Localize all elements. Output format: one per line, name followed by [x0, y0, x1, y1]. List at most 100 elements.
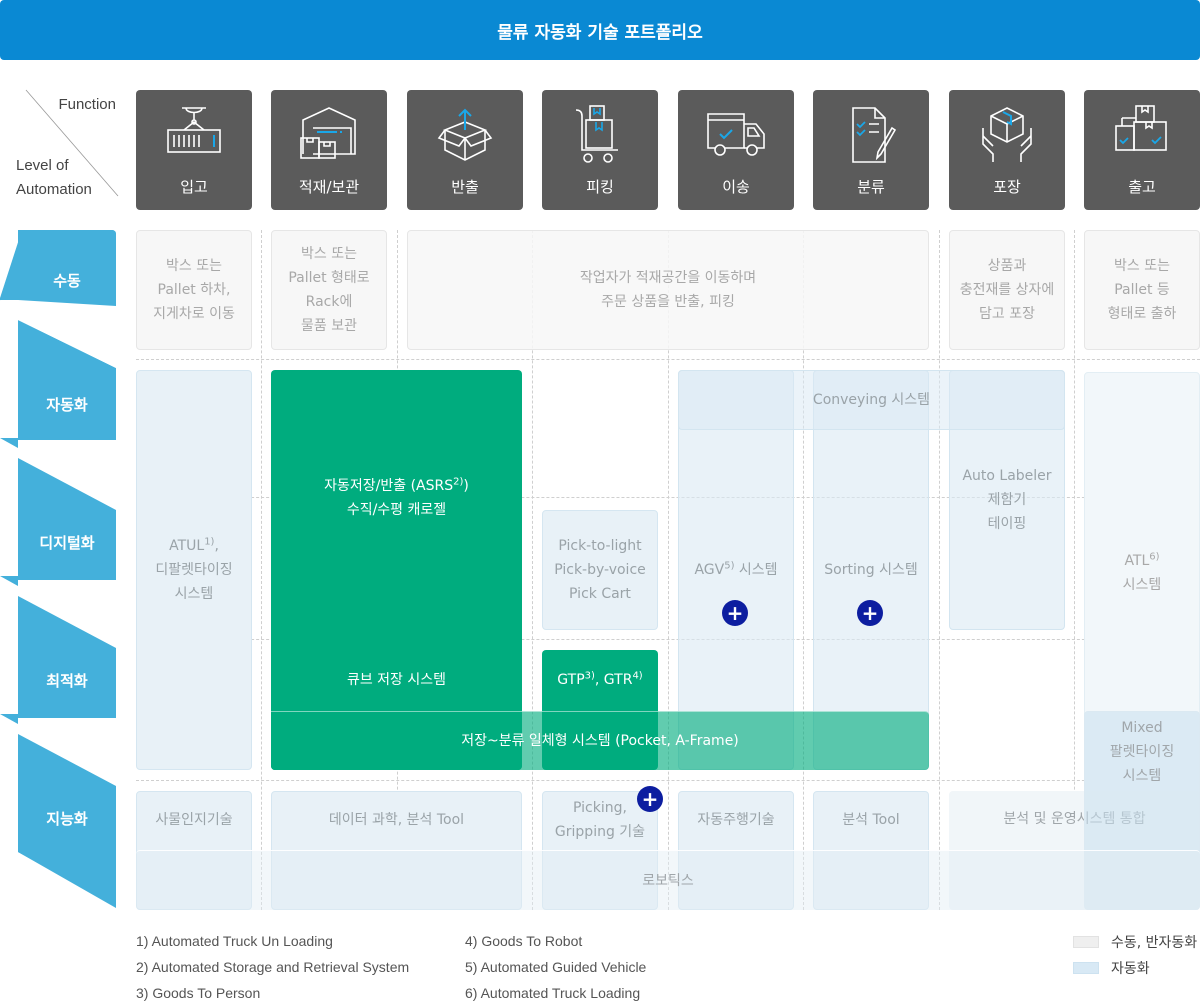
cell-text: Sorting 시스템 [824, 562, 918, 578]
cell-text: Picking, [573, 800, 627, 816]
cell-text: 제함기 [987, 492, 1027, 508]
cell-text: Conveying 시스템 [812, 392, 931, 408]
cell-text: 자동주행기술 [697, 812, 775, 828]
cell-text: 박스 또는 [166, 258, 222, 274]
footnote-ref: 1) [204, 536, 215, 548]
footnote: 2) Automated Storage and Retrieval Syste… [136, 959, 410, 975]
cell-text: 박스 또는 [1114, 258, 1170, 274]
cell-text: 주문 상품을 반출, 피킹 [601, 294, 735, 310]
cube-storage-system: 큐브 저장 시스템 [271, 650, 522, 710]
cell-text: GTP [557, 672, 585, 688]
cell-text: 작업자가 적재공간을 이동하며 [579, 270, 757, 286]
cell-text: 형태로 출하 [1107, 306, 1177, 322]
function-label: 출고 [1128, 178, 1156, 196]
function-label: 반출 [451, 178, 479, 196]
cell-text: 상품과 [987, 258, 1027, 274]
cell-text: 수직/수평 캐로젤 [346, 502, 447, 518]
footnote-ref: 4) [632, 670, 643, 682]
stacked-boxes-icon [1115, 105, 1167, 151]
function-label: 분류 [857, 178, 885, 196]
function-label: 이송 [722, 178, 750, 196]
grid-line [261, 230, 262, 910]
function-label: 적재/보관 [298, 178, 360, 196]
function-label: 입고 [180, 178, 208, 196]
cell-text: AGV5) 시스템 [694, 558, 777, 582]
function-sorting: 분류 [813, 90, 929, 210]
level-optimization: 최적화 [46, 672, 88, 690]
cell-text: 시스템 [1122, 577, 1162, 593]
grid-line [136, 780, 1200, 781]
footnote-ref: 5) [724, 560, 735, 572]
atul-name: ATUL [169, 538, 205, 554]
agv-system: AGV5) 시스템 [678, 370, 794, 770]
checklist-icon [852, 107, 897, 163]
level-axis-label: Level of Automation [16, 154, 92, 202]
expand-gripping-button[interactable]: + [637, 786, 663, 812]
level-axis-label-line1: Level of [16, 157, 69, 174]
level-manual: 수동 [53, 272, 81, 290]
footnote: 1) Automated Truck Un Loading [136, 933, 333, 949]
cell-text: 시스템 [1122, 768, 1162, 784]
cell-text: , GTR [594, 672, 633, 688]
pick-to-light-system: Pick-to-light Pick-by-voice Pick Cart [542, 510, 658, 630]
grid-line [939, 230, 940, 910]
cell-text: 디팔렛타이징 [155, 562, 233, 578]
cell-text: ATL6) [1123, 549, 1162, 573]
cell-text: 팔렛타이징 [1109, 744, 1175, 760]
atul-system: ATUL1), 디팔렛타이징 시스템 [136, 370, 252, 770]
cell-text: 데이터 과학, 분석 Tool [328, 812, 465, 828]
footnotes-right: 4) Goods To Robot 5) Automated Guided Ve… [465, 928, 646, 1002]
cell-text: 사물인지기술 [155, 812, 233, 828]
cell-text: 자동저장/반출 (ASRS2)) [324, 474, 469, 498]
page-title: 물류 자동화 기술 포트폴리오 [0, 0, 1200, 60]
expand-sorting-button[interactable]: + [857, 600, 883, 626]
level-digitalization: 디지털화 [39, 534, 95, 552]
legend-automation: 자동화 [1073, 958, 1150, 978]
cell-text: 시스템 [738, 562, 778, 578]
cell-text: Pallet 형태로 [288, 270, 370, 286]
cell-text: 로보틱스 [642, 872, 694, 889]
legend-swatch [1073, 962, 1099, 974]
cell-text: AGV [694, 562, 725, 578]
cell-text: Pick-to-light [558, 538, 642, 554]
footnote-ref: 6) [1149, 551, 1160, 563]
level-automation: 자동화 [46, 396, 88, 414]
robotics: 로보틱스 [136, 850, 1200, 910]
truck-icon [707, 113, 765, 156]
cell-text: Gripping 기술 [554, 824, 646, 840]
function-outbound: 출고 [1084, 90, 1200, 210]
level-axis-label-line2: Automation [16, 181, 92, 198]
function-inbound: 입고 [136, 90, 252, 210]
cell-text: 지게차로 이동 [153, 306, 235, 322]
cell-text: 충전재를 상자에 [959, 282, 1055, 298]
cell-text: 큐브 저장 시스템 [346, 672, 447, 688]
manual-inbound: 박스 또는 Pallet 하차, 지게차로 이동 [136, 230, 252, 350]
cell-text: Mixed [1121, 720, 1163, 736]
cell-text: 물품 보관 [301, 318, 357, 334]
cell-text: 박스 또는 [301, 246, 357, 262]
function-packing: 포장 [949, 90, 1065, 210]
legend-manual: 수동, 반자동화 [1073, 932, 1197, 952]
plus-icon: + [641, 787, 659, 811]
cell-text: 저장~분류 일체형 시스템 (Pocket, A-Frame) [461, 732, 739, 749]
plus-icon: + [861, 601, 879, 625]
cell-text: ATL [1124, 553, 1150, 569]
footnote: 6) Automated Truck Loading [465, 985, 641, 1001]
expand-agv-button[interactable]: + [722, 600, 748, 626]
open-box-icon [437, 108, 493, 161]
function-label: 포장 [993, 178, 1021, 196]
cell-text: , [214, 538, 219, 554]
manual-outbound: 박스 또는 Pallet 등 형태로 출하 [1084, 230, 1200, 350]
footnote-ref: 3) [584, 670, 595, 682]
cell-text: Pick Cart [569, 586, 631, 602]
cell-text: ) [463, 478, 469, 494]
footnote: 4) Goods To Robot [465, 933, 583, 949]
cell-text: Pallet 등 [1114, 282, 1170, 298]
cell-text: GTP3), GTR4) [557, 668, 642, 692]
cell-text: 시스템 [174, 586, 214, 602]
footnotes-left: 1) Automated Truck Un Loading 2) Automat… [136, 928, 409, 1002]
cell-text: Pick-by-voice [554, 562, 646, 578]
cell-text: ATUL1), [155, 534, 232, 558]
cell-text: 담고 포장 [979, 306, 1035, 322]
axis-corner: Function Level of Automation [0, 82, 122, 202]
